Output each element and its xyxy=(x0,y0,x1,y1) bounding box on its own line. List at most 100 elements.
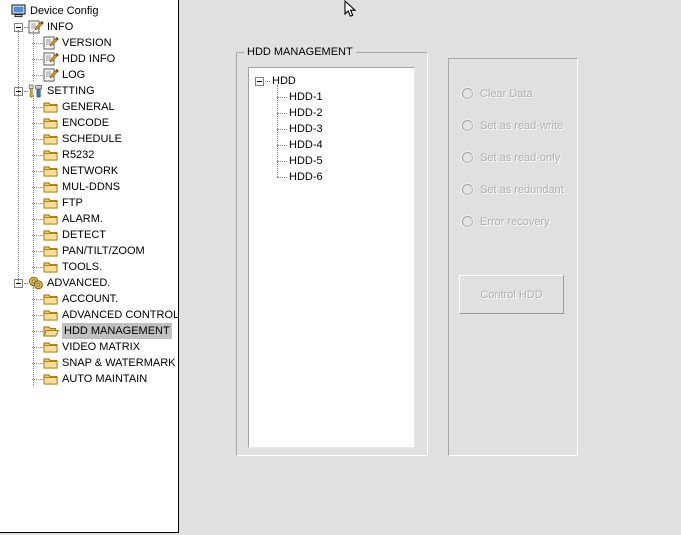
hdd-action-radio-group[interactable]: Clear Data Set as read-write Set as read-o… xyxy=(448,86,578,256)
radio-circle-icon[interactable] xyxy=(462,184,473,195)
tree-item-detect[interactable]: DETECT xyxy=(0,227,178,243)
folder-icon xyxy=(43,100,59,114)
computer-icon xyxy=(11,4,27,18)
tree-item-label: ENCODE xyxy=(62,117,110,129)
tree-item-account[interactable]: ACCOUNT. xyxy=(0,291,178,307)
tree-item-schedule[interactable]: SCHEDULE xyxy=(0,131,178,147)
tree-item-label: MUL-DDNS xyxy=(62,181,121,193)
hdd-list[interactable]: HDD HDD-1 HDD-2 HDD-3 HDD-4 HDD-5 HDD-6 xyxy=(248,67,415,448)
hdd-list-item[interactable]: HDD-2 xyxy=(249,105,414,121)
tree-item-network[interactable]: NETWORK xyxy=(0,163,178,179)
radio-circle-icon[interactable] xyxy=(462,88,473,99)
tree-item-mul-ddns[interactable]: MUL-DDNS xyxy=(0,179,178,195)
radio-label: Clear Data xyxy=(480,88,533,100)
hdd-list-root-label: HDD xyxy=(272,75,296,87)
hdd-list-item[interactable]: HDD-3 xyxy=(249,121,414,137)
folder-open-icon xyxy=(43,324,59,338)
tree-item-ftp[interactable]: FTP xyxy=(0,195,178,211)
radio-circle-icon[interactable] xyxy=(462,120,473,131)
tree-item-label: AUTO MAINTAIN xyxy=(62,373,148,385)
tree-item-hdd-management[interactable]: HDD MANAGEMENT xyxy=(0,323,178,339)
hdd-list-root-item[interactable]: HDD xyxy=(249,73,414,89)
tree-item-label: GENERAL xyxy=(62,101,115,113)
tree-item-label: SNAP & WATERMARK xyxy=(62,357,176,369)
document-pencil-icon xyxy=(28,20,44,34)
tree-item-label: PAN/TILT/ZOOM xyxy=(62,245,145,257)
radio-label: Set as redundant xyxy=(480,184,564,196)
tree-item-snap-watermark[interactable]: SNAP & WATERMARK xyxy=(0,355,178,371)
tree-item-label: HDD MANAGEMENT xyxy=(62,323,172,339)
tree-item-advanced-control[interactable]: ADVANCED CONTROL. xyxy=(0,307,178,323)
folder-icon xyxy=(43,308,59,322)
radio-label: Set as read-write xyxy=(480,120,564,132)
tree-item-encode[interactable]: ENCODE xyxy=(0,115,178,131)
tree-item-label: FTP xyxy=(62,197,83,209)
tree-item-label: NETWORK xyxy=(62,165,119,177)
hdd-connector-line xyxy=(277,85,279,177)
tree-item-pan-tilt-zoom[interactable]: PAN/TILT/ZOOM xyxy=(0,243,178,259)
folder-icon xyxy=(43,116,59,130)
folder-icon xyxy=(43,228,59,242)
hdd-list-item-label: HDD-5 xyxy=(289,155,323,167)
tree-item-tools[interactable]: TOOLS. xyxy=(0,259,178,275)
tree-item-advanced[interactable]: ADVANCED. xyxy=(0,275,178,291)
hdd-expander-minus-icon[interactable] xyxy=(255,77,264,86)
tree-item-label: R5232 xyxy=(62,149,95,161)
tree-item-label: VERSION xyxy=(62,37,112,49)
gears-icon xyxy=(28,276,44,290)
tree-item-video-matrix[interactable]: VIDEO MATRIX xyxy=(0,339,178,355)
tree-item-label: TOOLS. xyxy=(62,261,103,273)
folder-icon xyxy=(43,196,59,210)
document-pencil-icon xyxy=(43,68,59,82)
tree-item-version[interactable]: VERSION xyxy=(0,35,178,51)
hdd-list-item[interactable]: HDD-4 xyxy=(249,137,414,153)
tree-item-label: VIDEO MATRIX xyxy=(62,341,141,353)
tree-item-label: ACCOUNT. xyxy=(62,293,119,305)
tree-connector-line xyxy=(18,30,20,283)
tree-item-log[interactable]: LOG xyxy=(0,67,178,83)
folder-icon xyxy=(43,340,59,354)
tree-connector-line xyxy=(33,287,35,385)
tree-item-label: LOG xyxy=(62,69,86,81)
tree-item-label: SCHEDULE xyxy=(62,133,122,145)
document-pencil-icon xyxy=(43,52,59,66)
hdd-connector-line xyxy=(265,81,270,83)
folder-icon xyxy=(43,260,59,274)
device-config-tree-panel[interactable]: Device Config INFO VERSION HDD INFO LOG SETTI… xyxy=(0,0,179,533)
hdd-list-item-label: HDD-6 xyxy=(289,171,323,183)
tree-item-r5232[interactable]: R5232 xyxy=(0,147,178,163)
folder-icon xyxy=(43,164,59,178)
tools-icon xyxy=(28,84,44,98)
tree-item-hdd-info[interactable]: HDD INFO xyxy=(0,51,178,67)
tree-item-label: ALARM. xyxy=(62,213,103,225)
tree-item-label: Device Config xyxy=(30,5,99,17)
tree-item-label: SETTING xyxy=(47,85,95,97)
hdd-list-item[interactable]: HDD-1 xyxy=(249,89,414,105)
folder-icon xyxy=(43,212,59,226)
tree-item-auto-maintain[interactable]: AUTO MAINTAIN xyxy=(0,371,178,387)
control-hdd-button[interactable]: Control HDD xyxy=(459,275,564,314)
tree-connector-line xyxy=(33,31,35,81)
tree-item-general[interactable]: GENERAL xyxy=(0,99,178,115)
hdd-connector-line xyxy=(277,177,287,179)
hdd-list-item-label: HDD-1 xyxy=(289,91,323,103)
radio-circle-icon[interactable] xyxy=(462,152,473,163)
tree-item-device-config[interactable]: Device Config xyxy=(0,3,178,19)
hdd-list-item[interactable]: HDD-5 xyxy=(249,153,414,169)
tree-item-label: ADVANCED CONTROL. xyxy=(62,309,179,321)
tree-item-info[interactable]: INFO xyxy=(0,19,178,35)
hdd-list-item[interactable]: HDD-6 xyxy=(249,169,414,185)
radio-circle-icon[interactable] xyxy=(462,216,473,227)
folder-icon xyxy=(43,132,59,146)
mouse-cursor-icon xyxy=(344,0,358,20)
folder-icon xyxy=(43,180,59,194)
hdd-management-groupbox-title: HDD MANAGEMENT xyxy=(244,46,356,58)
folder-icon xyxy=(43,244,59,258)
tree-item-label: DETECT xyxy=(62,229,106,241)
radio-label: Error recovery xyxy=(480,216,550,228)
hdd-list-item-label: HDD-2 xyxy=(289,107,323,119)
tree-item-alarm[interactable]: ALARM. xyxy=(0,211,178,227)
tree-item-label: ADVANCED. xyxy=(47,277,111,289)
tree-item-setting[interactable]: SETTING xyxy=(0,83,178,99)
folder-icon xyxy=(43,356,59,370)
